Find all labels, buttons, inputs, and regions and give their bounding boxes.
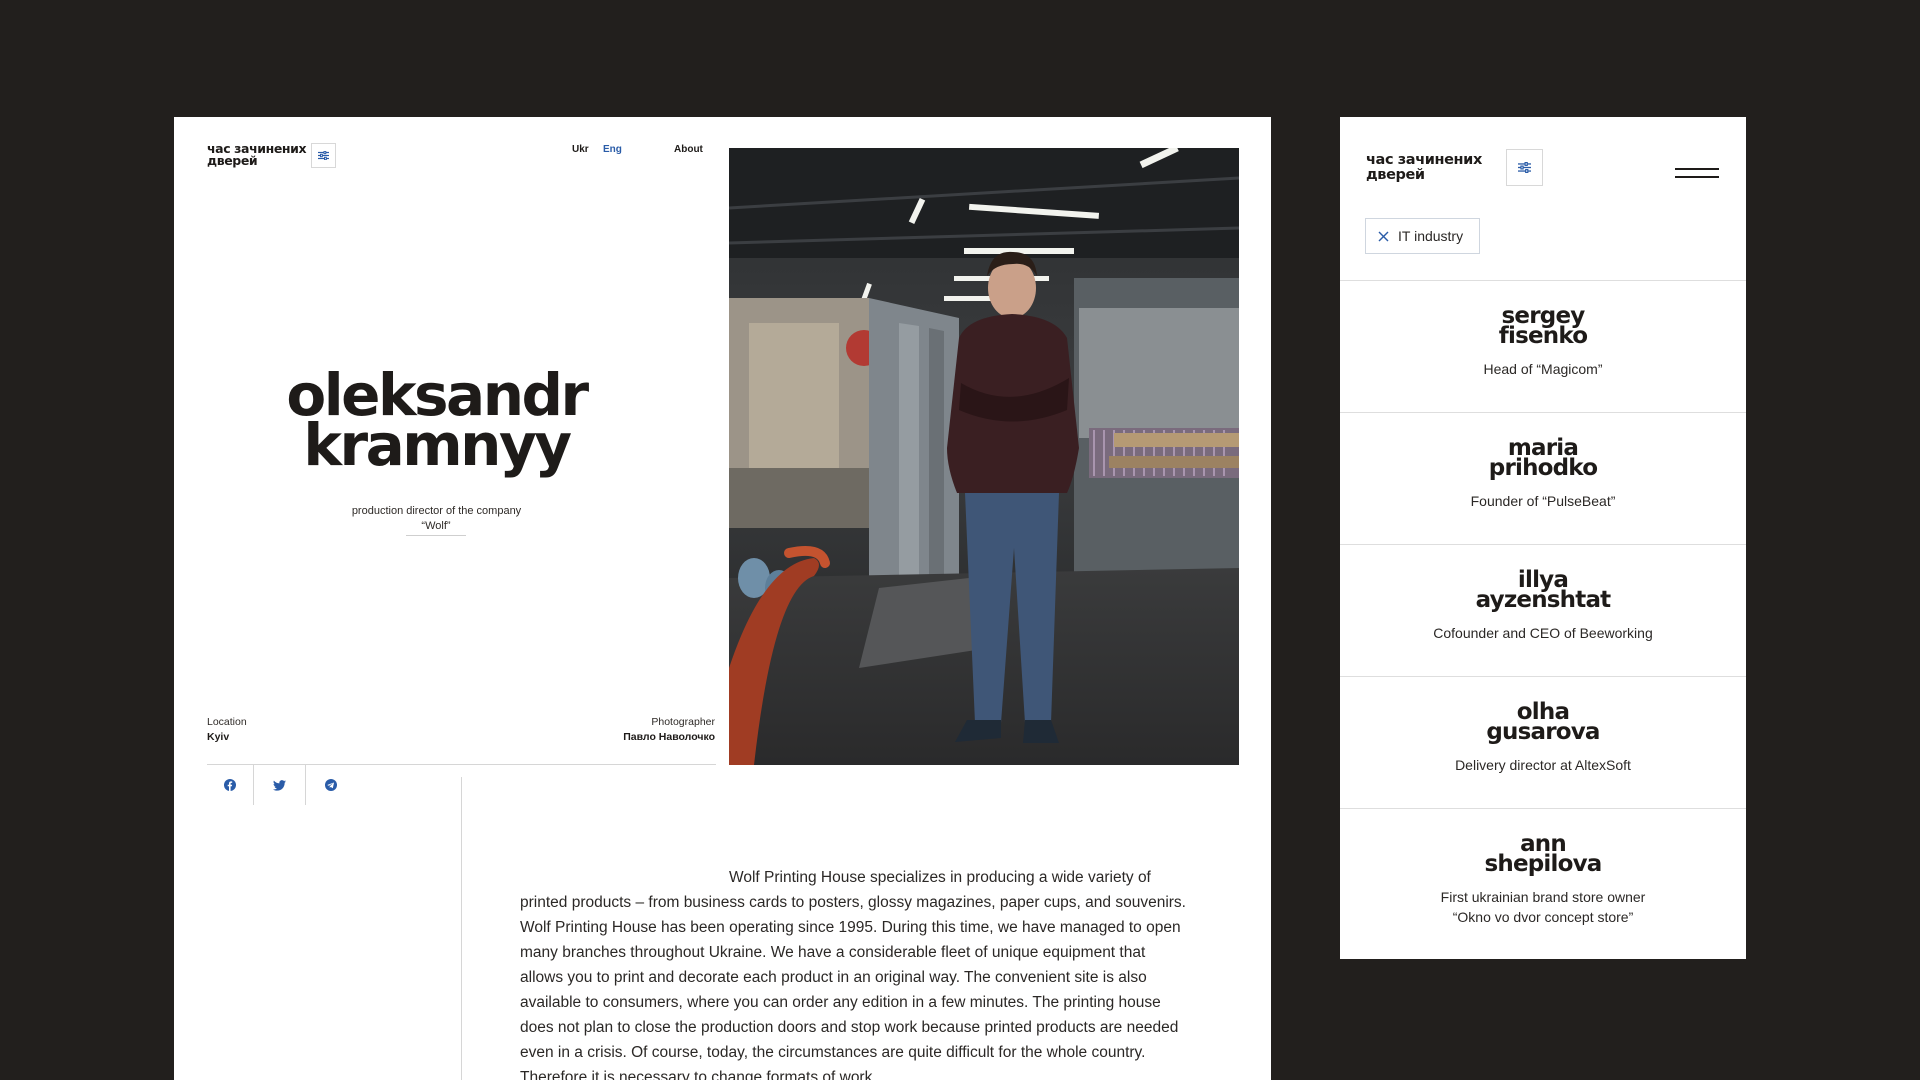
person-card[interactable]: ann shepilova First ukrainian brand store…	[1340, 808, 1746, 959]
site-logo[interactable]: час зачинених дверей	[207, 142, 307, 168]
person-last-name: kramnyy	[303, 411, 572, 479]
person-card-name: ann shepilova	[1484, 831, 1602, 877]
person-name: oleksandr kramnyy	[249, 366, 624, 479]
profile-page-panel: час зачинених дверей Ukr Eng About oleks…	[174, 117, 1271, 1080]
location-value: Kyiv	[207, 731, 230, 743]
person-card-role: Founder of “PulseBeat”	[1470, 493, 1616, 509]
site-logo[interactable]: час зачинених дверей	[1366, 153, 1482, 182]
lang-ukr-link[interactable]: Ukr	[572, 144, 589, 155]
person-card-name: olha gusarova	[1486, 699, 1600, 745]
person-role: production director of the company	[351, 505, 522, 517]
photographer-label: Photographer	[651, 716, 715, 728]
person-card-role: Cofounder and CEO of Beeworking	[1433, 625, 1653, 641]
portrait-photo	[729, 148, 1239, 765]
person-card[interactable]: illya ayzenshtat Cofounder and CEO of Bee…	[1340, 544, 1746, 677]
location-label: Location	[207, 716, 247, 728]
share-facebook-button[interactable]	[207, 765, 253, 805]
person-card[interactable]: sergey fisenko Head of “Magicom”	[1340, 280, 1746, 413]
person-company: “Wolf”	[406, 520, 466, 536]
person-card[interactable]: olha gusarova Delivery director at AltexS…	[1340, 676, 1746, 809]
menu-icon-line	[1675, 176, 1719, 178]
menu-button[interactable]	[1675, 165, 1719, 181]
lang-eng-link[interactable]: Eng	[603, 144, 622, 155]
facebook-icon	[224, 779, 236, 791]
person-card-role: Head of “Magicom”	[1483, 361, 1603, 377]
share-twitter-button[interactable]	[254, 765, 305, 805]
person-card-name: sergey fisenko	[1498, 303, 1588, 349]
article-body: Wolf Printing House specializes in produ…	[520, 869, 1186, 1080]
portrait-photo-illustration	[729, 148, 1239, 765]
person-card-name: maria prihodko	[1488, 435, 1598, 481]
photographer-value: Павло Наволочко	[623, 731, 715, 743]
filter-sliders-icon	[1518, 162, 1531, 173]
close-icon[interactable]	[1378, 231, 1389, 242]
filter-button[interactable]	[1506, 149, 1543, 186]
share-telegram-button[interactable]	[306, 765, 356, 805]
logo-line-2: дверей	[1366, 166, 1425, 183]
person-card-role: First ukrainian brand store owner “Okno …	[1440, 889, 1646, 925]
logo-line-1: час зачинених	[1366, 152, 1482, 168]
logo-line-2: дверей	[207, 153, 258, 168]
article-divider	[461, 777, 462, 1080]
active-filter-tag[interactable]: IT industry	[1365, 218, 1481, 254]
menu-icon	[1675, 168, 1719, 170]
filter-button[interactable]	[311, 143, 336, 168]
person-card[interactable]: maria prihodko Founder of “PulseBeat”	[1340, 412, 1746, 545]
person-card-name: illya ayzenshtat	[1475, 567, 1612, 613]
telegram-icon	[325, 779, 337, 791]
about-link[interactable]: About	[674, 144, 703, 155]
person-card-role: Delivery director at AltexSoft	[1455, 757, 1631, 773]
active-filter-label: IT industry	[1398, 228, 1464, 244]
twitter-icon	[273, 779, 286, 791]
filter-sliders-icon	[318, 151, 329, 160]
people-list-panel: час зачинених дверей IT industry sergey f…	[1340, 117, 1746, 959]
